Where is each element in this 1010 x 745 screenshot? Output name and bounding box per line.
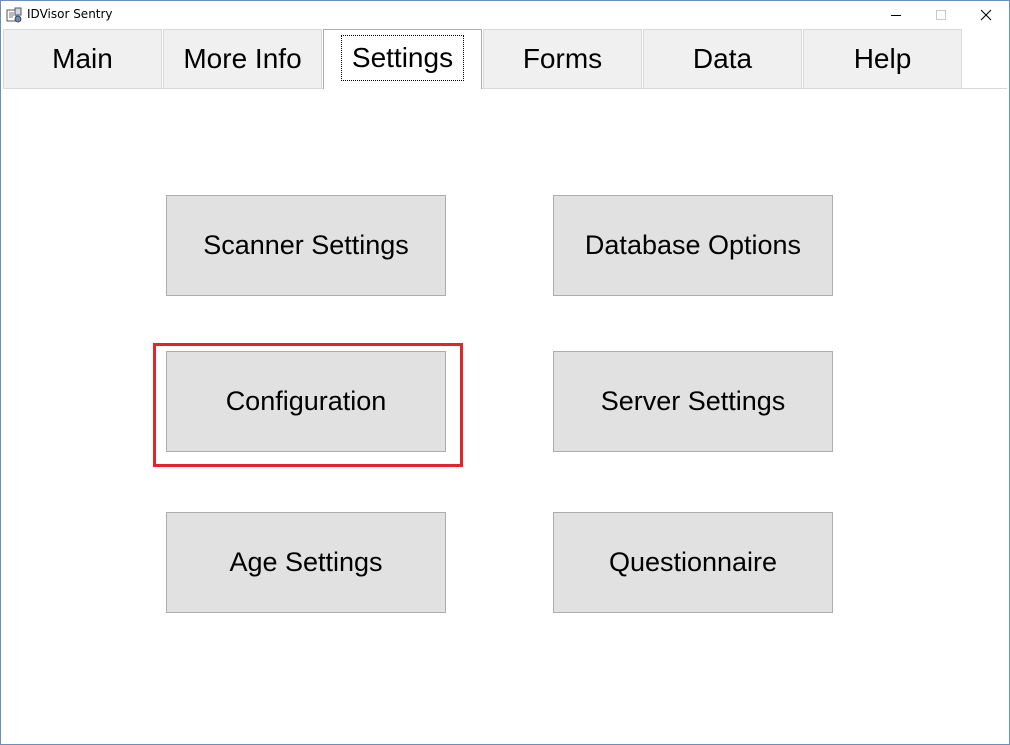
server-settings-button[interactable]: Server Settings — [553, 351, 833, 452]
tab-help[interactable]: Help — [803, 29, 962, 88]
minimize-icon — [891, 15, 901, 16]
age-settings-button[interactable]: Age Settings — [166, 512, 446, 613]
tab-label: Settings — [340, 34, 465, 81]
tab-main[interactable]: Main — [3, 29, 162, 88]
title-bar[interactable]: IDVisor Sentry — [1, 1, 1009, 29]
close-button[interactable] — [963, 1, 1009, 29]
questionnaire-button[interactable]: Questionnaire — [553, 512, 833, 613]
tab-more-info[interactable]: More Info — [163, 29, 322, 88]
tab-label: Main — [52, 43, 113, 74]
app-window: IDVisor Sentry Main More Info Settings F… — [0, 0, 1010, 745]
tab-label: Help — [853, 43, 912, 74]
scanner-app-icon[interactable] — [6, 7, 22, 23]
tab-label: Forms — [522, 43, 603, 74]
minimize-button[interactable] — [873, 1, 919, 29]
maximize-button[interactable] — [918, 1, 964, 29]
settings-panel — [3, 88, 1007, 743]
close-icon — [980, 9, 992, 21]
scanner-settings-button[interactable]: Scanner Settings — [166, 195, 446, 296]
window-title: IDVisor Sentry — [27, 7, 113, 21]
database-options-button[interactable]: Database Options — [553, 195, 833, 296]
maximize-icon — [936, 10, 946, 20]
configuration-button[interactable]: Configuration — [166, 351, 446, 452]
tab-forms[interactable]: Forms — [483, 29, 642, 88]
tab-label: Data — [692, 43, 753, 74]
tab-label: More Info — [183, 43, 302, 74]
tab-settings[interactable]: Settings — [323, 29, 482, 89]
tab-strip: Main More Info Settings Forms Data Help — [3, 29, 1007, 89]
tab-data[interactable]: Data — [643, 29, 802, 88]
